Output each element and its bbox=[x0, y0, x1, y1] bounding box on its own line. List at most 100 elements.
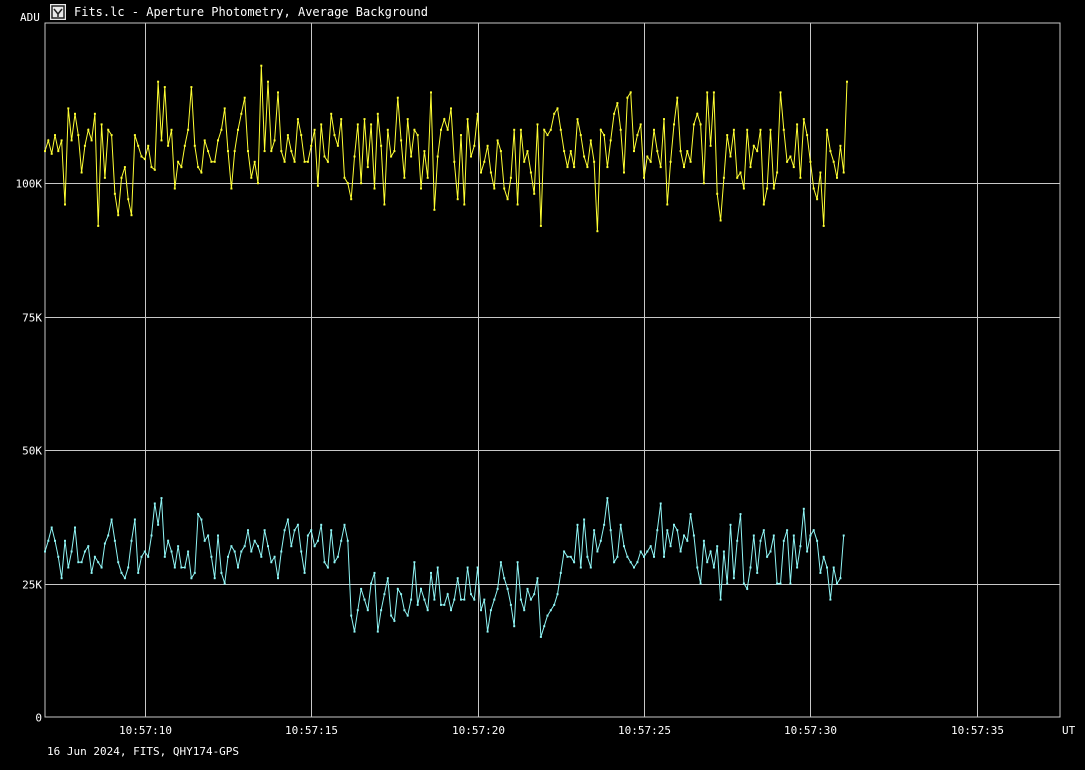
data-point bbox=[233, 150, 236, 153]
data-point bbox=[413, 128, 416, 131]
data-point bbox=[556, 107, 559, 110]
data-point bbox=[356, 609, 359, 612]
data-point bbox=[257, 182, 259, 185]
data-point bbox=[536, 577, 539, 580]
data-point bbox=[633, 566, 635, 569]
data-point bbox=[772, 534, 775, 537]
y-tick-label: 100K bbox=[16, 178, 43, 191]
data-point bbox=[306, 534, 309, 537]
data-point bbox=[816, 539, 819, 542]
data-point bbox=[799, 545, 802, 548]
data-point bbox=[373, 571, 376, 574]
data-point bbox=[450, 609, 452, 612]
data-point bbox=[483, 160, 486, 163]
data-point bbox=[303, 571, 306, 574]
data-point bbox=[506, 198, 509, 201]
data-point bbox=[230, 545, 233, 548]
light-curve-plot[interactable]: 0 25K 50K 75K 100K 10:57:10 10:57:15 10:57:20 10… bbox=[0, 0, 1085, 770]
data-point bbox=[646, 155, 649, 158]
data-point bbox=[752, 144, 755, 147]
data-point bbox=[756, 150, 759, 153]
data-point bbox=[696, 112, 699, 115]
data-point bbox=[97, 224, 100, 227]
data-point bbox=[762, 529, 765, 532]
data-point bbox=[579, 134, 582, 137]
data-point bbox=[566, 555, 569, 558]
data-point bbox=[576, 118, 579, 121]
data-point bbox=[363, 598, 366, 601]
data-point bbox=[456, 198, 459, 201]
data-point bbox=[167, 144, 170, 147]
data-point bbox=[87, 128, 90, 131]
data-point bbox=[649, 160, 652, 163]
data-point bbox=[310, 144, 313, 147]
data-point bbox=[130, 539, 133, 542]
data-point bbox=[326, 160, 329, 163]
data-point bbox=[526, 587, 529, 590]
data-point bbox=[173, 187, 176, 190]
data-point bbox=[732, 577, 735, 580]
data-point bbox=[526, 150, 529, 153]
data-point bbox=[470, 593, 472, 596]
data-point bbox=[117, 561, 120, 564]
data-point bbox=[533, 593, 536, 596]
data-point bbox=[673, 123, 675, 126]
data-point bbox=[702, 182, 705, 185]
data-point bbox=[689, 513, 692, 516]
data-point bbox=[270, 150, 273, 153]
data-point bbox=[653, 555, 655, 558]
data-point bbox=[353, 630, 356, 633]
data-point bbox=[83, 550, 86, 553]
data-point bbox=[97, 561, 100, 564]
data-point bbox=[549, 128, 552, 131]
data-point bbox=[659, 502, 662, 505]
data-point bbox=[213, 160, 216, 163]
data-point bbox=[193, 144, 196, 147]
x-tick-label: 10:57:30 bbox=[784, 724, 837, 737]
data-point bbox=[599, 128, 602, 131]
data-point bbox=[699, 582, 702, 585]
data-point bbox=[67, 107, 70, 110]
data-point bbox=[686, 539, 689, 542]
data-point bbox=[187, 550, 190, 553]
data-point bbox=[446, 128, 449, 131]
data-point bbox=[762, 203, 765, 206]
data-point bbox=[712, 566, 715, 569]
data-point bbox=[203, 139, 206, 142]
data-point bbox=[809, 160, 812, 163]
data-point bbox=[513, 625, 516, 628]
data-point bbox=[420, 587, 422, 590]
data-point bbox=[50, 526, 53, 529]
data-point bbox=[766, 555, 769, 558]
x-tick-label: 10:57:25 bbox=[618, 724, 671, 737]
data-point bbox=[759, 128, 762, 131]
data-point bbox=[346, 182, 349, 185]
data-point bbox=[746, 128, 749, 131]
data-point bbox=[306, 160, 309, 163]
data-point bbox=[699, 123, 702, 126]
data-point bbox=[283, 529, 286, 532]
data-point bbox=[829, 598, 832, 601]
data-point bbox=[486, 630, 489, 633]
data-point bbox=[759, 539, 762, 542]
photometry-series-line bbox=[44, 65, 848, 232]
data-point bbox=[316, 539, 319, 542]
data-point bbox=[90, 571, 93, 574]
data-point bbox=[646, 550, 649, 553]
data-point bbox=[93, 555, 96, 558]
data-point bbox=[80, 171, 83, 174]
data-point bbox=[127, 566, 130, 569]
data-point bbox=[140, 155, 143, 158]
data-point bbox=[656, 529, 659, 532]
data-point bbox=[227, 150, 229, 153]
data-point bbox=[639, 550, 642, 553]
data-point bbox=[446, 593, 449, 596]
data-point bbox=[160, 497, 163, 500]
data-point bbox=[636, 134, 639, 137]
data-point bbox=[546, 614, 549, 617]
data-point bbox=[320, 523, 323, 526]
data-point bbox=[772, 187, 775, 190]
data-point bbox=[150, 534, 153, 537]
data-point bbox=[569, 150, 572, 153]
data-point bbox=[170, 550, 173, 553]
